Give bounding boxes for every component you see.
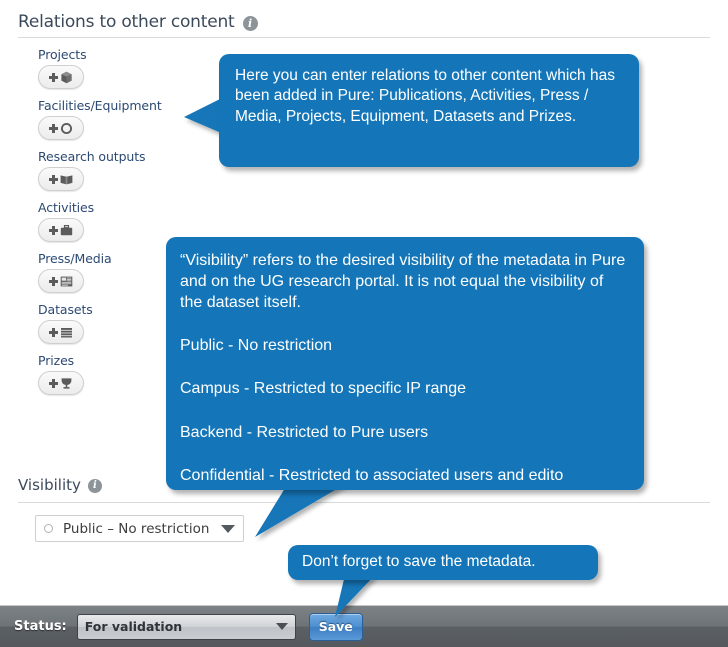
newspaper-icon	[60, 275, 73, 288]
page-title-text: Relations to other content	[18, 12, 235, 32]
add-dataset-button[interactable]	[38, 320, 84, 344]
callout-relations-text: Here you can enter relations to other co…	[235, 67, 615, 125]
plus-icon	[49, 327, 58, 337]
plus-icon	[49, 378, 58, 388]
status-bar: Status: For validation Save	[0, 605, 728, 647]
list-icon	[60, 326, 73, 339]
circle-icon	[60, 122, 73, 135]
callout-save: Don’t forget to save the metadata.	[288, 545, 598, 580]
callout-relations: Here you can enter relations to other co…	[219, 54, 639, 167]
add-prize-button[interactable]	[38, 371, 84, 395]
add-activity-button[interactable]	[38, 218, 84, 242]
info-icon[interactable]: i	[87, 479, 102, 493]
info-icon[interactable]: i	[242, 15, 258, 31]
status-selected-value: For validation	[84, 619, 183, 634]
briefcase-icon	[60, 224, 73, 237]
plus-icon	[49, 225, 58, 235]
plus-icon	[49, 276, 58, 286]
callout-visibility-campus: Campus - Restricted to specific IP range	[180, 380, 467, 398]
relation-row-activities: Activities	[38, 200, 298, 242]
callout-visibility-confidential: Confidential - Restricted to associated …	[180, 466, 564, 484]
plus-icon	[49, 72, 58, 82]
page-title: Relations to other content i	[18, 12, 258, 32]
trophy-icon	[60, 377, 73, 390]
visibility-selected-value: Public – No restriction	[63, 520, 210, 537]
add-projects-button[interactable]	[38, 65, 84, 89]
plus-icon	[49, 174, 58, 184]
radio-circle-icon	[44, 524, 53, 533]
visibility-section-title: Visibility i	[18, 476, 102, 494]
callout-visibility-public: Public - No restriction	[180, 337, 333, 355]
cube-icon	[60, 71, 73, 84]
chevron-down-icon[interactable]	[221, 524, 235, 533]
status-label: Status:	[14, 619, 67, 634]
status-select[interactable]: For validation	[76, 613, 296, 640]
save-button[interactable]: Save	[308, 612, 363, 641]
book-icon	[60, 173, 73, 186]
plus-icon	[49, 123, 58, 133]
header-divider	[18, 37, 710, 38]
add-research-output-button[interactable]	[38, 167, 84, 191]
callout-visibility: “Visibility” refers to the desired visib…	[166, 237, 644, 490]
visibility-title-text: Visibility	[18, 476, 81, 494]
add-facilities-button[interactable]	[38, 116, 84, 140]
callout-visibility-paragraph: “Visibility” refers to the desired visib…	[180, 252, 626, 312]
add-press-media-button[interactable]	[38, 269, 84, 293]
chevron-down-icon[interactable]	[275, 623, 288, 630]
callout-save-text: Don’t forget to save the metadata.	[302, 553, 536, 571]
visibility-select[interactable]: Public – No restriction	[35, 515, 244, 542]
callout-visibility-backend: Backend - Restricted to Pure users	[180, 423, 429, 441]
page-root: Relations to other content i Projects Fa…	[0, 0, 728, 647]
relation-label-activities: Activities	[38, 200, 95, 215]
visibility-divider	[18, 502, 710, 503]
